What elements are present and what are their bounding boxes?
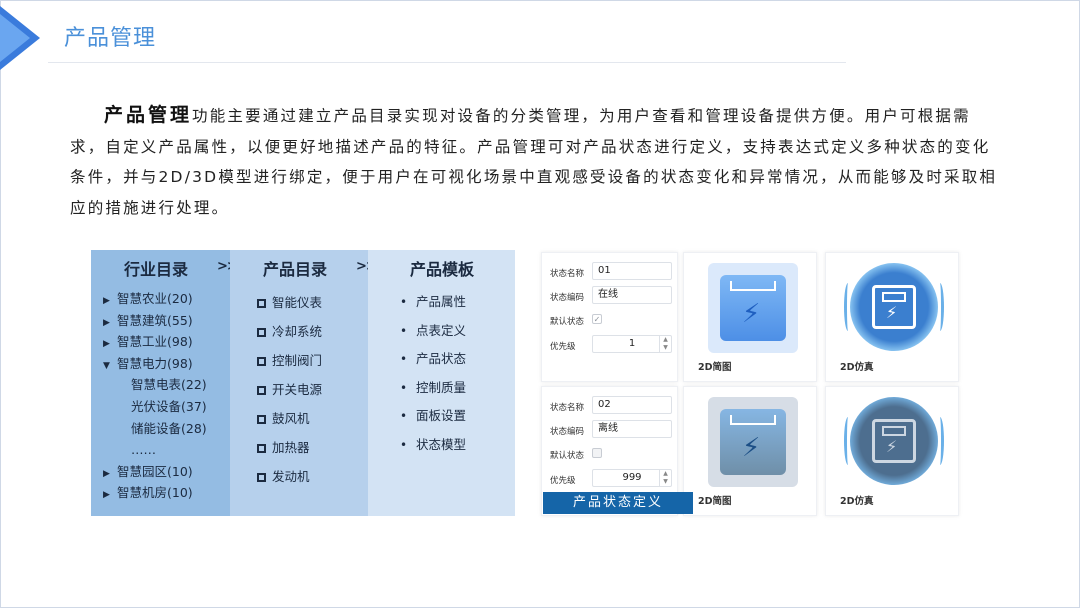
intro-paragraph: 产品管理功能主要通过建立产品目录实现对设备的分类管理，为用户查看和管理设备提供方… bbox=[70, 100, 1000, 223]
template-item[interactable]: • 产品属性 bbox=[400, 288, 466, 317]
state-code-input[interactable]: 离线 bbox=[592, 420, 672, 438]
default-state-checkbox[interactable]: ✓ bbox=[592, 314, 602, 324]
state-name-label: 状态名称 bbox=[550, 269, 585, 279]
lightning-icon: ⚡ bbox=[742, 433, 761, 463]
industry-item[interactable]: ▶ 智慧工业(98) bbox=[103, 331, 207, 353]
state-form-card: 状态名称 01 状态编码 在线 默认状态 ✓ 优先级 1 ▲ ▼ bbox=[541, 252, 678, 382]
spinner-arrows-icon[interactable]: ▲ ▼ bbox=[659, 470, 671, 486]
priority-label: 优先级 bbox=[550, 476, 576, 486]
state-code-input[interactable]: 在线 bbox=[592, 286, 672, 304]
lightning-icon: ⚡ bbox=[886, 437, 898, 456]
industry-item[interactable]: ▶ 智慧建筑(55) bbox=[103, 310, 207, 332]
corner-accent-inner bbox=[0, 14, 30, 62]
square-bullet-icon bbox=[257, 299, 266, 308]
square-bullet-icon bbox=[257, 357, 266, 366]
product-item[interactable]: 鼓风机 bbox=[257, 404, 322, 433]
dot-bullet-icon: • bbox=[400, 380, 408, 395]
default-state-label: 默认状态 bbox=[550, 317, 585, 327]
spinner-arrows-icon[interactable]: ▲ ▼ bbox=[659, 336, 671, 352]
industry-subitem[interactable]: 光伏设备(37) bbox=[103, 396, 207, 418]
default-state-label: 默认状态 bbox=[550, 451, 585, 461]
product-item[interactable]: 控制阀门 bbox=[257, 346, 322, 375]
check-icon: ✓ bbox=[593, 315, 601, 324]
template-list: • 产品属性 • 点表定义 • 产品状态 • 控制质量 • 面板设置 • 状态模型 bbox=[400, 288, 466, 460]
state-definition-banner: 产品状态定义 bbox=[543, 492, 693, 514]
state-code-label: 状态编码 bbox=[550, 427, 585, 437]
priority-label: 优先级 bbox=[550, 342, 576, 352]
industry-item[interactable]: ▼ 智慧电力(98) bbox=[103, 353, 207, 375]
card-caption: 2D简图 bbox=[698, 496, 732, 507]
state-2d-sim-card[interactable]: ⚡ 2D仿真 bbox=[825, 252, 959, 382]
priority-stepper[interactable]: 999 ▲ ▼ bbox=[592, 469, 672, 487]
intro-text: 功能主要通过建立产品目录实现对设备的分类管理，为用户查看和管理设备提供方便。用户… bbox=[70, 107, 998, 217]
product-header: 产品目录 bbox=[263, 260, 328, 279]
state-definition-panel: 状态名称 01 状态编码 在线 默认状态 ✓ 优先级 1 ▲ ▼ ⚡ 2D简图 ⚡ … bbox=[541, 250, 965, 518]
default-state-checkbox[interactable] bbox=[592, 448, 602, 458]
power-panel-icon: ⚡ bbox=[708, 263, 798, 353]
state-name-input[interactable]: 02 bbox=[592, 396, 672, 414]
template-item[interactable]: • 产品状态 bbox=[400, 345, 466, 374]
lightning-icon: ⚡ bbox=[742, 299, 761, 329]
catalog-tree-panel: 行业目录 ▶ 智慧农业(20) ▶ 智慧建筑(55) ▶ 智慧工业(98) ▼ 智慧电力… bbox=[91, 250, 515, 516]
industry-item[interactable]: ▶ 智慧园区(10) bbox=[103, 461, 207, 483]
triangle-down-icon: ▼ bbox=[103, 360, 110, 371]
industry-header: 行业目录 bbox=[124, 260, 189, 279]
square-bullet-icon bbox=[257, 386, 266, 395]
state-2d-simple-card[interactable]: ⚡ 2D简图 bbox=[683, 252, 817, 382]
intro-lead: 产品管理 bbox=[104, 104, 193, 126]
state-name-input[interactable]: 01 bbox=[592, 262, 672, 280]
product-item[interactable]: 智能仪表 bbox=[257, 288, 322, 317]
page-title: 产品管理 bbox=[64, 26, 157, 51]
dot-bullet-icon: • bbox=[400, 437, 408, 452]
dot-bullet-icon: • bbox=[400, 295, 408, 309]
lightning-icon: ⚡ bbox=[886, 303, 898, 322]
product-item[interactable]: 开关电源 bbox=[257, 375, 322, 404]
industry-subitem[interactable]: 智慧电表(22) bbox=[103, 374, 207, 396]
square-bullet-icon bbox=[257, 415, 266, 424]
card-caption: 2D仿真 bbox=[840, 496, 874, 507]
state-2d-sim-card[interactable]: ⚡ 2D仿真 bbox=[825, 386, 959, 516]
template-item[interactable]: • 点表定义 bbox=[400, 317, 466, 346]
square-bullet-icon bbox=[257, 473, 266, 482]
industry-column: 行业目录 ▶ 智慧农业(20) ▶ 智慧建筑(55) ▶ 智慧工业(98) ▼ 智慧电力… bbox=[91, 250, 238, 516]
square-bullet-icon bbox=[257, 444, 266, 453]
dot-bullet-icon: • bbox=[400, 409, 408, 424]
template-item[interactable]: • 面板设置 bbox=[400, 402, 466, 431]
template-column: 产品模板 • 产品属性 • 点表定义 • 产品状态 • 控制质量 • 面板设置 • 状态模型 bbox=[368, 250, 515, 516]
dot-bullet-icon: • bbox=[400, 323, 408, 338]
state-name-label: 状态名称 bbox=[550, 403, 585, 413]
square-bullet-icon bbox=[257, 328, 266, 337]
device-disk-icon: ⚡ bbox=[844, 261, 944, 357]
industry-subitem[interactable]: 储能设备(28) bbox=[103, 418, 207, 440]
state-code-label: 状态编码 bbox=[550, 293, 585, 303]
state-2d-simple-card[interactable]: ⚡ 2D简图 bbox=[683, 386, 817, 516]
product-item[interactable]: 冷却系统 bbox=[257, 317, 322, 346]
industry-item[interactable]: ▶ 智慧农业(20) bbox=[103, 288, 207, 310]
industry-item[interactable]: ▶ 智慧机房(10) bbox=[103, 482, 207, 504]
product-item[interactable]: 加热器 bbox=[257, 433, 322, 462]
card-caption: 2D简图 bbox=[698, 362, 732, 373]
template-item[interactable]: • 状态模型 bbox=[400, 431, 466, 460]
card-caption: 2D仿真 bbox=[840, 362, 874, 373]
product-item[interactable]: 发动机 bbox=[257, 462, 322, 491]
device-disk-icon: ⚡ bbox=[844, 395, 944, 491]
industry-list: ▶ 智慧农业(20) ▶ 智慧建筑(55) ▶ 智慧工业(98) ▼ 智慧电力(98) … bbox=[103, 288, 207, 504]
product-column: 产品目录 智能仪表 冷却系统 控制阀门 开关电源 鼓风机 加热器 发动机 >> bbox=[230, 250, 377, 516]
template-header: 产品模板 bbox=[410, 260, 475, 279]
template-item[interactable]: • 控制质量 bbox=[400, 374, 466, 403]
product-list: 智能仪表 冷却系统 控制阀门 开关电源 鼓风机 加热器 发动机 bbox=[257, 288, 322, 491]
industry-ellipsis: …… bbox=[131, 442, 156, 458]
priority-stepper[interactable]: 1 ▲ ▼ bbox=[592, 335, 672, 353]
title-divider bbox=[48, 62, 846, 63]
dot-bullet-icon: • bbox=[400, 352, 408, 367]
power-panel-icon: ⚡ bbox=[708, 397, 798, 487]
triangle-right-icon: ▶ bbox=[103, 490, 110, 501]
